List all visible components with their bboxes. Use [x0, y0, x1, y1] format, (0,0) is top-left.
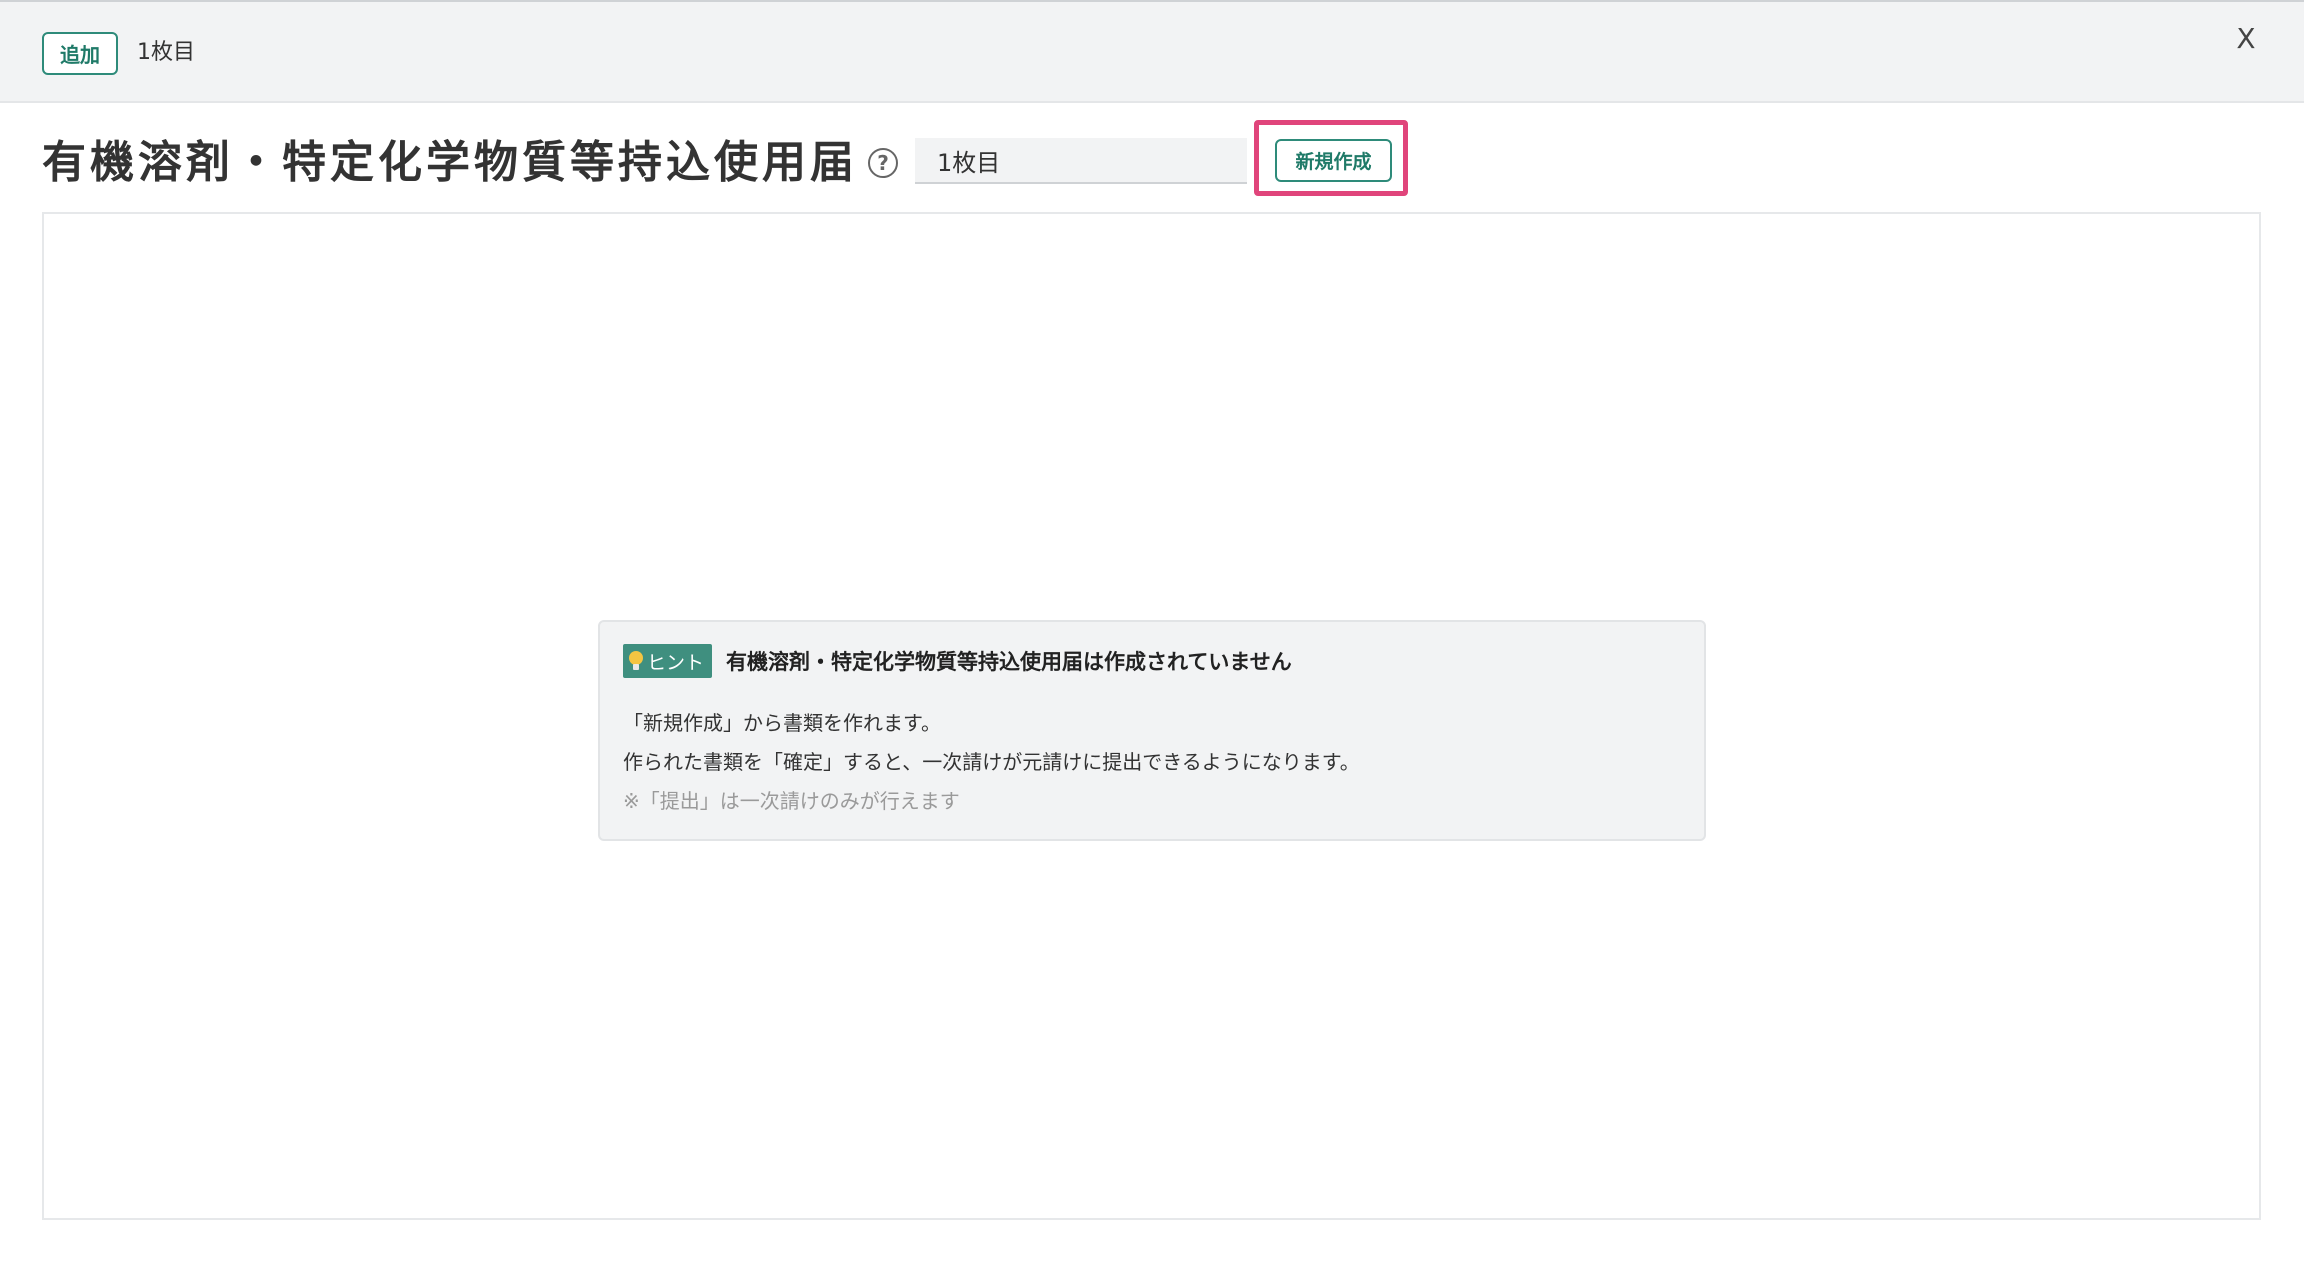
page-title: 有機溶剤・特定化学物質等持込使用届: [42, 137, 858, 188]
hint-header: ヒント 有機溶剤・特定化学物質等持込使用届は作成されていません: [623, 644, 1292, 678]
sheet-name-input[interactable]: [915, 138, 1247, 184]
hint-title: 有機溶剤・特定化学物質等持込使用届は作成されていません: [726, 650, 1292, 674]
lightbulb-icon: [629, 651, 643, 671]
hint-body: 「新規作成」から書類を作れます。 作られた書類を「確定」すると、一次請けが元請け…: [623, 704, 1360, 821]
sheet-tab[interactable]: 1枚目: [137, 38, 195, 68]
close-button[interactable]: X: [2226, 18, 2266, 58]
title-row: 有機溶剤・特定化学物質等持込使用届 ?: [42, 128, 898, 198]
new-document-button[interactable]: 新規作成: [1275, 139, 1392, 182]
hint-line-2: 作られた書類を「確定」すると、一次請けが元請けに提出できるようになります。: [623, 750, 1360, 774]
hint-line-1: 「新規作成」から書類を作れます。: [623, 711, 941, 735]
add-button[interactable]: 追加: [42, 32, 118, 75]
hint-note: ※「提出」は一次請けのみが行えます: [623, 789, 960, 813]
hint-badge: ヒント: [623, 644, 713, 678]
top-bar: 追加 1枚目 X: [0, 0, 2304, 103]
hint-card: ヒント 有機溶剤・特定化学物質等持込使用届は作成されていません 「新規作成」から…: [598, 620, 1706, 841]
question-circle-icon[interactable]: ?: [868, 148, 898, 178]
hint-badge-label: ヒント: [647, 651, 705, 674]
